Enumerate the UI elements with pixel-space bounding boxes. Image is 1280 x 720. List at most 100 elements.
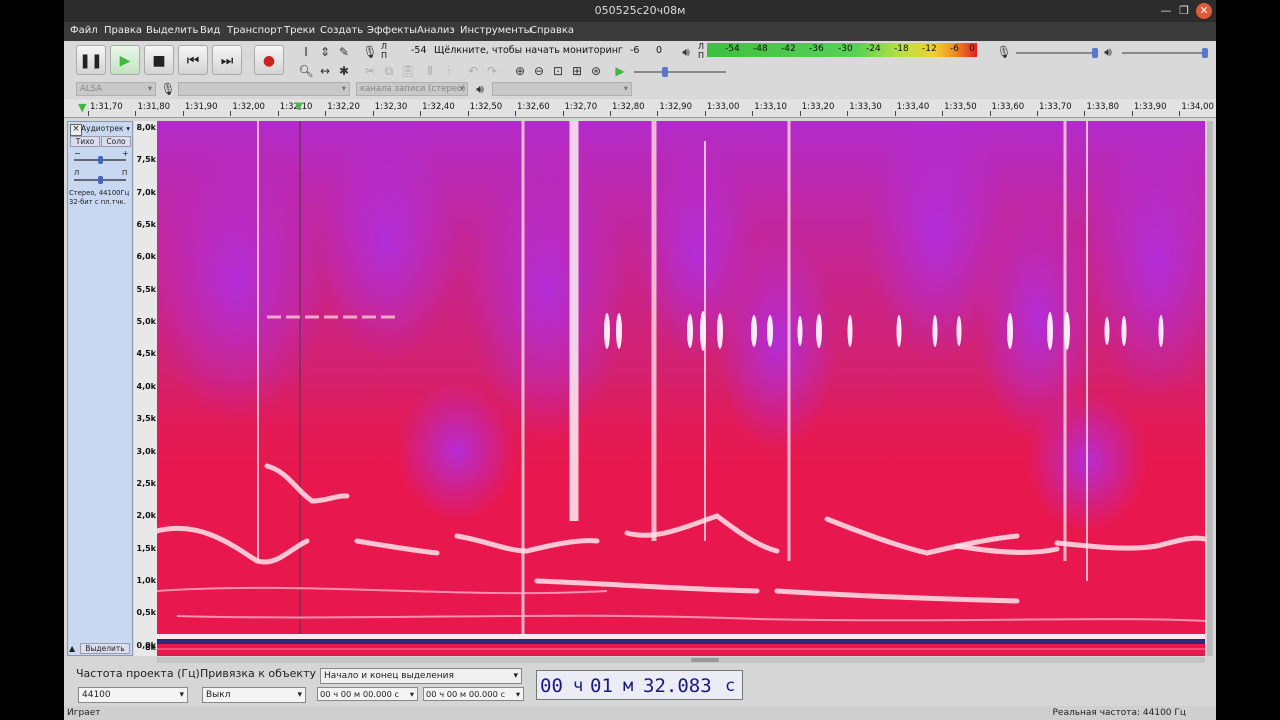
ruler-tick: 1:32,20 (327, 102, 360, 112)
audio-position-display[interactable]: 00 ч 01 м 32.083 с (536, 670, 743, 700)
output-device-select[interactable] (492, 82, 632, 96)
solo-button[interactable]: Соло (101, 136, 131, 147)
zoom-tool-icon[interactable]: 🔍︎ (298, 63, 314, 79)
snap-to-select[interactable]: Выкл (202, 687, 306, 703)
stop-button[interactable]: ■ (144, 45, 174, 75)
pause-button[interactable]: ❚❚ (76, 45, 106, 75)
playback-position-marker[interactable]: ▼ (295, 101, 303, 112)
menu-effects[interactable]: Эффекты (367, 25, 417, 36)
play-tick-0: 0 (969, 44, 975, 54)
redo-icon[interactable]: ↷ (484, 63, 500, 79)
zoom-out-icon[interactable]: ⊖ (531, 63, 547, 79)
track-info-depth: 32-бит с пл.тчк. (69, 198, 126, 206)
pan-slider[interactable] (74, 176, 126, 184)
ruler-tick-mark (88, 111, 89, 116)
ruler-tick: 1:32,00 (232, 102, 265, 112)
ruler-tick: 1:31,90 (184, 102, 218, 112)
menu-view[interactable]: Вид (200, 25, 220, 36)
selection-tool-icon[interactable]: I (298, 44, 314, 60)
track-name-menu[interactable]: Аудиотрек ▾ (81, 124, 131, 134)
menu-tracks[interactable]: Треки (284, 25, 315, 36)
zoom-toggle-icon[interactable]: ⊛ (588, 63, 604, 79)
ruler-tick-mark (657, 111, 659, 116)
record-volume-slider[interactable] (1016, 48, 1098, 58)
play-head-start-icon[interactable]: ▼ (78, 101, 86, 114)
mute-button[interactable]: Тихо (70, 136, 100, 147)
paste-icon[interactable]: 📋︎ (400, 63, 416, 79)
ruler-tick-mark (515, 111, 517, 116)
ruler-tick: 1:31,70 (90, 102, 123, 112)
spectrogram-view[interactable] (157, 121, 1205, 656)
trim-icon[interactable]: ⫴ (422, 63, 438, 79)
fit-selection-icon[interactable]: ⊡ (550, 63, 566, 79)
time-hours: 00 (540, 675, 563, 697)
time-minutes: 01 (590, 675, 613, 697)
horizontal-scrollbar[interactable] (157, 657, 1205, 663)
menu-edit[interactable]: Правка (104, 25, 142, 36)
frequency-label: 1,0k (136, 575, 157, 585)
record-button[interactable]: ● (254, 45, 284, 75)
ruler-tick: 1:32,90 (659, 102, 692, 112)
input-device-select[interactable] (178, 82, 350, 96)
gain-slider[interactable] (74, 156, 126, 164)
copy-icon[interactable]: ⧉ (381, 63, 397, 79)
playback-volume-slider[interactable] (1122, 48, 1208, 58)
track-control-panel[interactable]: × Аудиотрек ▾ Тихо Соло − + Л П Стерео, 4… (67, 121, 133, 656)
menu-help[interactable]: Справка (530, 25, 574, 36)
ruler-tick: 1:32,70 (564, 102, 598, 112)
frequency-label: 5,0k (136, 317, 157, 327)
microphone-icon[interactable]: 🎙︎ (362, 44, 378, 60)
play-tick-36: -36 (809, 44, 824, 54)
rec-channels-select[interactable]: канала записи (стерео) (356, 82, 468, 96)
menu-transport[interactable]: Транспорт (227, 25, 282, 36)
draw-tool-icon[interactable]: ✎ (336, 44, 352, 60)
play-meter-channels: Л П (698, 42, 705, 60)
gain-plus-icon: + (122, 149, 129, 158)
menu-tools[interactable]: Инструменты (460, 25, 532, 36)
envelope-tool-icon[interactable]: ⇕ (317, 44, 333, 60)
maximize-icon[interactable]: ❐ (1176, 3, 1192, 19)
select-track-button[interactable]: Выделить (80, 643, 130, 654)
menu-select[interactable]: Выделить (146, 25, 198, 36)
toolbars: ❚❚ ▶ ■ ⏮ ⏭ ● I ⇕ ✎ 🔍︎ ↔ ✱ 🎙︎ Л П -54 Щёл… (64, 41, 1216, 98)
timeline-ruler[interactable]: ▼ 1:31,70 1:31,80 1:31,90 1:32,00 1:32,10 1:3… (64, 99, 1216, 118)
project-rate-select[interactable]: 44100 (78, 687, 188, 703)
play-button[interactable]: ▶ (110, 45, 140, 75)
skip-end-button[interactable]: ⏭ (212, 45, 242, 75)
close-window-icon[interactable]: ✕ (1196, 3, 1212, 19)
fit-project-icon[interactable]: ⊞ (569, 63, 585, 79)
frequency-scale[interactable]: 8,0k 7,5k 7,0k 6,5k 6,0k 5,5k 5,0k 4,5k 4,0k 3,5k… (134, 121, 158, 656)
timeshift-tool-icon[interactable]: ↔ (317, 63, 333, 79)
multi-tool-icon[interactable]: ✱ (336, 63, 352, 79)
zoom-in-icon[interactable]: ⊕ (512, 63, 528, 79)
selection-mode-select[interactable]: Начало и конец выделения (320, 668, 522, 684)
vertical-scrollbar[interactable] (1207, 121, 1213, 656)
rec-meter-hint[interactable]: Щёлкните, чтобы начать мониторинг (434, 45, 623, 56)
ruler-tick-mark (277, 111, 279, 116)
frequency-label: 2,0k (136, 511, 157, 521)
status-state: Играет (67, 708, 101, 718)
menu-analyze[interactable]: Анализ (417, 25, 455, 36)
minimize-icon[interactable]: — (1158, 3, 1174, 19)
selection-start-field[interactable]: 00 ч 00 м 00.000 с (317, 687, 418, 701)
undo-icon[interactable]: ↶ (465, 63, 481, 79)
skip-start-button[interactable]: ⏮ (178, 45, 208, 75)
frequency-label: 4,0k (136, 381, 157, 391)
selection-end-field[interactable]: 00 ч 00 м 00.000 с (423, 687, 524, 701)
collapse-icon[interactable]: ▲ (69, 644, 75, 653)
title-bar: 050525c20ч08м — ❐ ✕ (64, 0, 1216, 22)
cut-icon[interactable]: ✂ (362, 63, 378, 79)
menu-generate[interactable]: Создать (320, 25, 363, 36)
audio-host-select[interactable]: ALSA (76, 82, 156, 96)
speaker-icon[interactable]: 🔊︎ (678, 44, 694, 60)
ruler-tick-mark (1084, 111, 1086, 116)
menu-file[interactable]: Файл (70, 25, 98, 36)
play-at-speed-icon[interactable]: ▶ (612, 63, 628, 79)
play-speed-slider[interactable] (634, 67, 726, 77)
silence-icon[interactable]: ⫶ (441, 63, 457, 79)
ruler-tick-mark (1131, 111, 1133, 116)
ruler-tick-mark (135, 111, 137, 116)
ruler-tick: 1:33,60 (991, 102, 1025, 112)
frequency-label: 1,5k (136, 543, 157, 553)
playback-meter-bar[interactable]: -54 -48 -42 -36 -30 -24 -18 -12 -6 0 (707, 43, 977, 57)
